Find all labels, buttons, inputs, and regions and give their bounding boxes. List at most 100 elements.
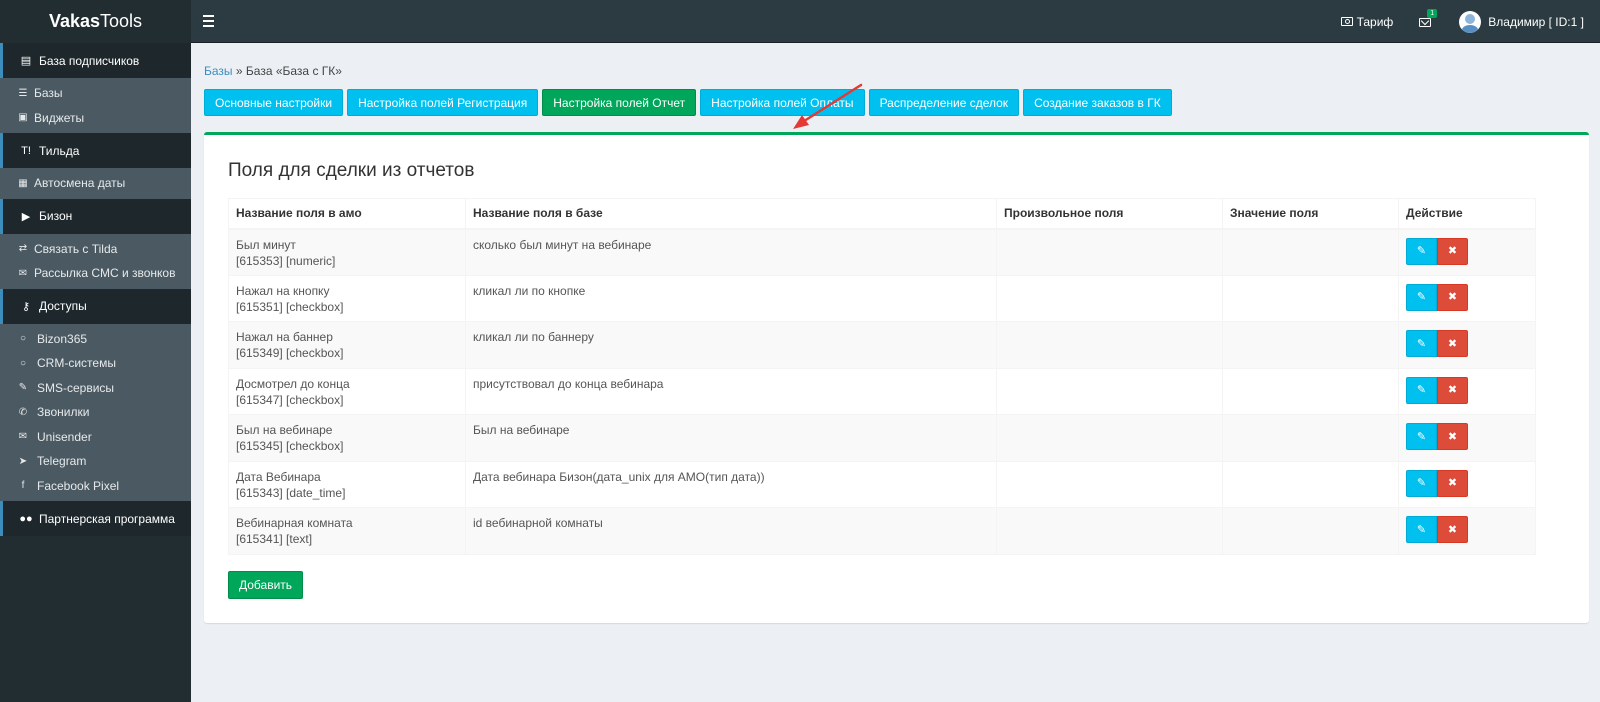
tab-gk-orders[interactable]: Создание заказов в ГК: [1023, 89, 1172, 116]
sidebar-item-label: Telegram: [37, 454, 87, 469]
envelope-icon: [1419, 17, 1432, 27]
edit-button[interactable]: ✎: [1406, 469, 1437, 497]
table-row: Был минут [615353] [numeric] сколько был …: [228, 228, 1536, 276]
sidebar-item-callers[interactable]: ✆ Звонилки: [0, 400, 191, 425]
tab-payment-fields[interactable]: Настройка полей Оплаты: [700, 89, 865, 116]
sidebar-item-label: Связать с Tilda: [34, 241, 118, 256]
sidebar-item-bizon365[interactable]: ○ Bizon365: [0, 327, 191, 352]
tab-report-fields[interactable]: Настройка полей Отчет: [542, 89, 697, 116]
tarif-label: Тариф: [1356, 14, 1394, 29]
table-row: Досмотрел до конца [615347] [checkbox] пр…: [228, 367, 1536, 415]
db-icon: ☰: [18, 87, 28, 99]
sidebar-item-facebook-pixel[interactable]: f Facebook Pixel: [0, 474, 191, 499]
action-cell: ✎ ✖: [1398, 274, 1536, 322]
delete-button[interactable]: ✖: [1437, 469, 1468, 497]
sidebar-item-label: SMS-сервисы: [37, 380, 115, 395]
amo-field-meta: [615353] [numeric]: [236, 253, 336, 268]
delete-button[interactable]: ✖: [1437, 283, 1468, 311]
tarif-link[interactable]: Тариф: [1340, 14, 1394, 29]
add-field-button[interactable]: Добавить: [228, 571, 304, 599]
field-value-cell: [1222, 414, 1399, 462]
breadcrumb: Базы » База «База с ГК»: [204, 64, 342, 78]
base-field-cell: Дата вебинара Бизон(дата_unix для АМО(ти…: [465, 460, 997, 508]
breadcrumb-link-bases[interactable]: Базы: [204, 64, 233, 78]
sidebar-item-crm[interactable]: ○ CRM-системы: [0, 351, 191, 376]
amo-field-name: Был минут: [236, 237, 296, 252]
edit-button[interactable]: ✎: [1406, 376, 1437, 404]
edit-button[interactable]: ✎: [1406, 283, 1437, 311]
circle-icon: ○: [19, 333, 27, 345]
page-title: Поля для сделки из отчетов: [228, 160, 475, 181]
pencil-icon: ✎: [1416, 430, 1427, 443]
pencil-icon: ✎: [1416, 477, 1427, 489]
field-value-cell: [1222, 367, 1399, 415]
logo-text: Tools: [100, 11, 143, 31]
settings-tabs: Основные настройки Настройка полей Регис…: [204, 89, 1176, 116]
amo-field-cell: Вебинарная комната [615341] [text]: [228, 507, 466, 555]
column-header: Действие: [1398, 198, 1536, 230]
sidebar-submenu: ○ Bizon365 ○ CRM-системы ✎ SMS-сервисы ✆ Зво…: [0, 323, 191, 501]
amo-field-cell: Был на вебинаре [615345] [checkbox]: [228, 414, 466, 462]
tab-registration-fields[interactable]: Настройка полей Регистрация: [347, 89, 539, 116]
sidebar-item-label: Виджеты: [34, 110, 85, 125]
sidebar-item-unisender[interactable]: ✉ Unisender: [0, 425, 191, 450]
close-icon: ✖: [1447, 337, 1458, 350]
tilda-icon: T!: [21, 144, 31, 157]
sidebar-section-tilda[interactable]: T! Тильда: [0, 133, 191, 168]
edit-button[interactable]: ✎: [1406, 330, 1437, 357]
sidebar-item-widgets[interactable]: ▣ Виджеты: [0, 106, 191, 131]
report-fields-box: Поля для сделки из отчетов Название поля…: [204, 132, 1589, 623]
custom-field-cell: [996, 507, 1223, 555]
sidebar-item-link-tilda[interactable]: ⇄ Связать с Tilda: [0, 237, 191, 262]
facebook-icon: f: [21, 480, 25, 492]
messages-badge: 1: [1427, 8, 1438, 18]
delete-button[interactable]: ✖: [1437, 376, 1468, 404]
sidebar-item-autodate[interactable]: ▦ Автосмена даты: [0, 171, 191, 196]
sidebar-section-access[interactable]: ⚷ Доступы: [0, 288, 191, 324]
base-field-cell: сколько был минут на вебинаре: [465, 228, 997, 276]
sidebar-item-bases[interactable]: ☰ Базы: [0, 81, 191, 106]
action-cell: ✎ ✖: [1398, 414, 1536, 462]
database-icon: ▤: [20, 55, 32, 67]
pencil-icon: ✎: [1416, 245, 1427, 257]
sidebar-section-partner[interactable]: ●● Партнерская программа: [0, 501, 191, 536]
youtube-icon: ▶: [21, 210, 31, 223]
sidebar-item-label: Автосмена даты: [34, 176, 126, 191]
messages-button[interactable]: 1: [1419, 8, 1438, 29]
user-menu[interactable]: Владимир [ ID:1 ]: [1459, 10, 1584, 33]
amo-field-name: Был на вебинаре: [236, 423, 333, 437]
edit-button[interactable]: ✎: [1406, 423, 1437, 450]
custom-field-cell: [996, 274, 1223, 322]
field-value-cell: [1222, 321, 1399, 369]
sidebar-section-bizon[interactable]: ▶ Бизон: [0, 198, 191, 234]
delete-button[interactable]: ✖: [1437, 423, 1468, 450]
sidebar-item-sms[interactable]: ✎ SMS-сервисы: [0, 376, 191, 401]
tab-main-settings[interactable]: Основные настройки: [204, 89, 344, 116]
sidebar-item-telegram[interactable]: ➤ Telegram: [0, 449, 191, 474]
sidebar-section-subscribers[interactable]: ▤ База подписчиков: [0, 43, 191, 78]
delete-button[interactable]: ✖: [1437, 330, 1468, 357]
pencil-icon: ✎: [1416, 291, 1427, 303]
edit-button[interactable]: ✎: [1406, 237, 1437, 265]
delete-button[interactable]: ✖: [1437, 516, 1468, 543]
table-row: Дата Вебинара [615343] [date_time] Дата в…: [228, 460, 1536, 508]
edit-button[interactable]: ✎: [1406, 516, 1437, 543]
top-bar: Vakas Tools Тариф 1 Владимир [ ID:1 ]: [0, 0, 1600, 43]
delete-button[interactable]: ✖: [1437, 237, 1468, 265]
action-cell: ✎ ✖: [1398, 460, 1536, 508]
menu-toggle-icon[interactable]: [203, 12, 219, 30]
app-logo[interactable]: Vakas Tools: [0, 0, 191, 43]
sidebar-submenu: ▦ Автосмена даты: [0, 168, 191, 199]
close-icon: ✖: [1447, 245, 1458, 257]
sidebar-section-label: Доступы: [39, 299, 87, 313]
custom-field-cell: [996, 460, 1223, 508]
field-value-cell: [1222, 228, 1399, 276]
envelope-icon: ✉: [18, 267, 28, 279]
tab-deal-distribution[interactable]: Распределение сделок: [868, 89, 1020, 116]
amo-field-meta: [615341] [text]: [236, 532, 313, 546]
amo-field-cell: Был минут [615353] [numeric]: [228, 228, 466, 276]
sidebar-item-sms-calls[interactable]: ✉ Рассылка СМС и звонков: [0, 261, 191, 286]
field-value-cell: [1222, 460, 1399, 508]
close-icon: ✖: [1447, 523, 1458, 536]
circle-icon: ○: [19, 357, 27, 369]
